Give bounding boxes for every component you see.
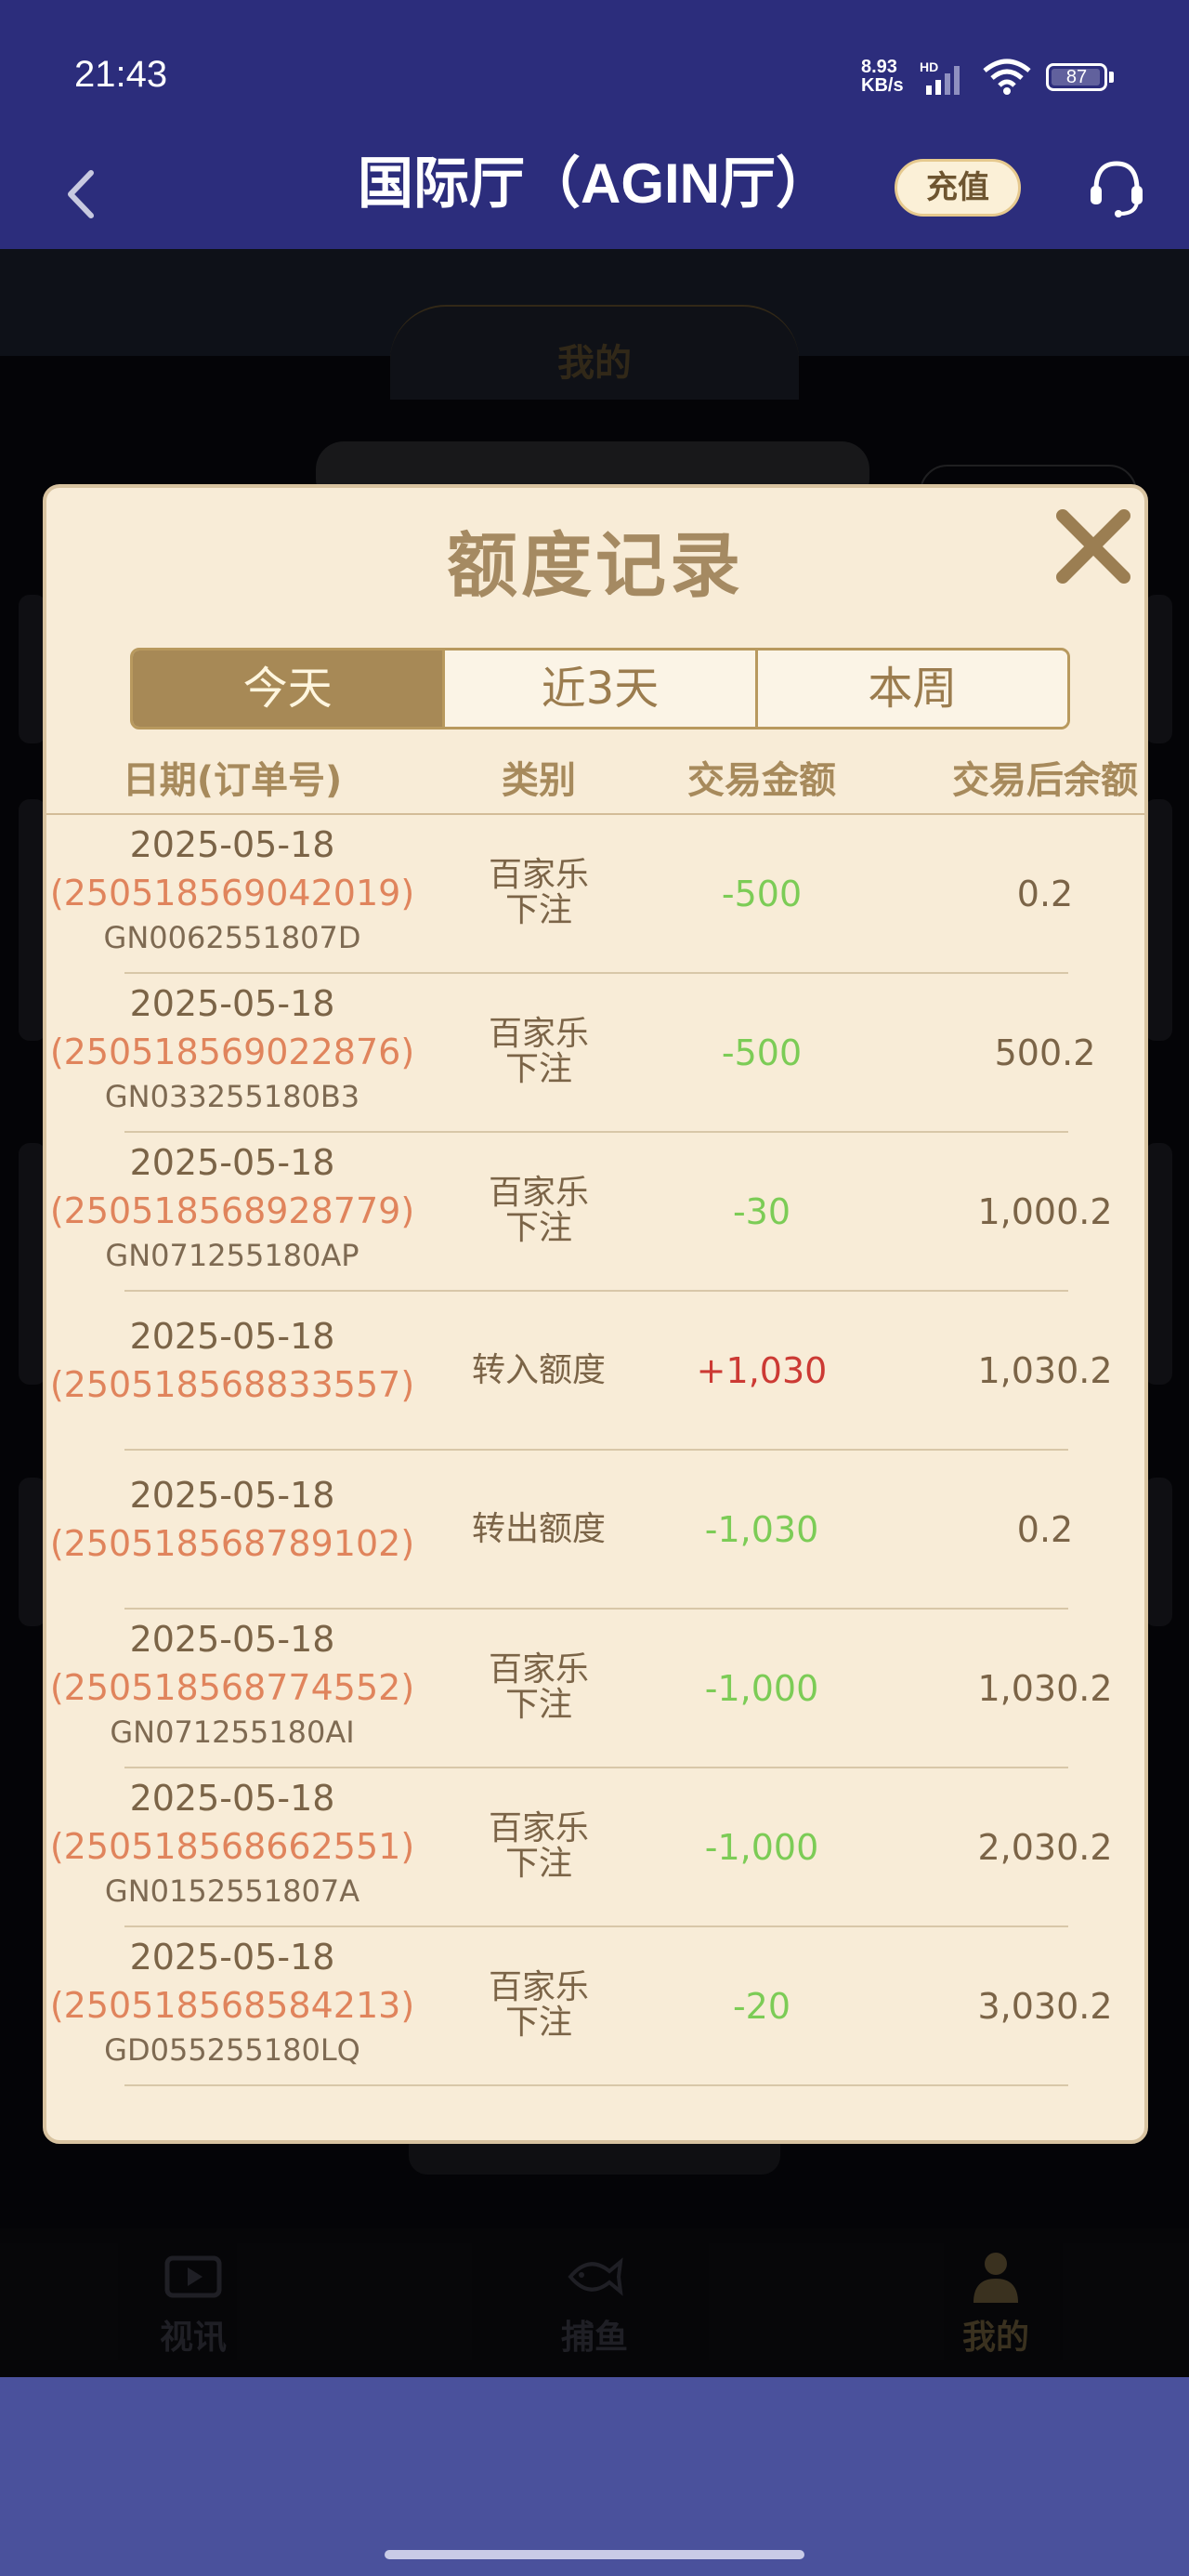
- row-type: 百家乐下注: [488, 1174, 589, 1247]
- tab-today[interactable]: 今天: [133, 651, 443, 727]
- row-amount: +1,030: [696, 1350, 828, 1391]
- row-amount: -1,000: [704, 1827, 819, 1868]
- row-order-number: (250518569042019): [49, 873, 415, 913]
- row-game-number: GN0062551807D: [103, 920, 361, 955]
- credit-record-modal: 额度记录 今天 近3天 本周 日期(订单号) 类别 交易金额 交易后余额 202…: [43, 484, 1148, 2144]
- column-header-amount: 交易金额: [687, 759, 836, 802]
- status-bar: 21:43 8.93 KB/s HD 87: [0, 0, 1189, 139]
- row-date: 2025-05-18: [129, 1937, 335, 1978]
- row-order-number: (250518568774552): [49, 1667, 415, 1708]
- home-indicator[interactable]: [385, 2550, 804, 2559]
- row-divider: [124, 2084, 1068, 2086]
- row-balance: 1,000.2: [977, 1191, 1113, 1232]
- row-balance: 500.2: [994, 1032, 1096, 1073]
- row-game-number: GN071255180AI: [110, 1715, 355, 1750]
- table-row[interactable]: 2025-05-18 (250518568928779) GN071255180AP…: [46, 1133, 1144, 1292]
- row-amount: -30: [732, 1191, 791, 1232]
- row-amount: -20: [732, 1986, 791, 2027]
- row-type: 百家乐下注: [488, 1809, 589, 1883]
- tab-last-3-days[interactable]: 近3天: [442, 651, 755, 727]
- signal-icon: [926, 66, 960, 95]
- table-row[interactable]: 2025-05-18 (250518568662551) GN0152551807A…: [46, 1768, 1144, 1927]
- customer-service-icon[interactable]: [1083, 154, 1150, 221]
- table-row[interactable]: 2025-05-18 (250518568774552) GN071255180AI…: [46, 1610, 1144, 1768]
- recharge-button[interactable]: 充值: [895, 159, 1021, 217]
- row-order-number: (250518568584213): [49, 1985, 415, 2026]
- row-game-number: GN0152551807A: [104, 1873, 360, 1909]
- row-type: 转入额度: [471, 1351, 606, 1389]
- row-game-number: GD055255180LQ: [104, 2032, 360, 2068]
- row-order-number: (250518568928779): [49, 1190, 415, 1231]
- table-row[interactable]: 2025-05-18 (250518568833557) 转入额度 +1,030 1,0…: [46, 1292, 1144, 1451]
- network-speed-value: 8.93: [861, 57, 897, 77]
- row-type: 转出额度: [471, 1510, 606, 1548]
- network-speed: 8.93 KB/s: [861, 58, 904, 95]
- row-date: 2025-05-18: [129, 1619, 335, 1660]
- row-order-number: (250518568789102): [49, 1523, 415, 1564]
- row-amount: -500: [721, 874, 803, 914]
- status-time: 21:43: [74, 54, 168, 95]
- tab-this-week[interactable]: 本周: [754, 651, 1067, 727]
- row-order-number: (250518568833557): [49, 1364, 415, 1405]
- battery-tip: [1109, 72, 1114, 83]
- date-range-tabs: 今天 近3天 本周: [130, 648, 1070, 729]
- table-row[interactable]: 2025-05-18 (250518569022876) GN033255180B3…: [46, 974, 1144, 1133]
- row-date: 2025-05-18: [129, 983, 335, 1024]
- row-type: 百家乐下注: [488, 1015, 589, 1088]
- close-icon[interactable]: [1053, 506, 1133, 586]
- row-amount: -500: [721, 1032, 803, 1073]
- row-balance: 3,030.2: [977, 1986, 1113, 2027]
- column-header-balance: 交易后余额: [952, 759, 1138, 802]
- wifi-icon: [983, 59, 1031, 95]
- row-order-number: (250518569022876): [49, 1032, 415, 1072]
- row-date: 2025-05-18: [129, 1475, 335, 1516]
- table-header: 日期(订单号) 类别 交易金额 交易后余额: [46, 748, 1144, 815]
- row-balance: 0.2: [1016, 874, 1074, 914]
- column-header-date: 日期(订单号): [122, 759, 343, 802]
- row-amount: -1,000: [704, 1668, 819, 1709]
- battery-icon: 87: [1046, 63, 1107, 91]
- battery-level: 87: [1065, 67, 1088, 87]
- row-balance: 1,030.2: [977, 1350, 1113, 1391]
- row-date: 2025-05-18: [129, 1316, 335, 1357]
- app-header: 国际厅（AGIN厅） 充值: [0, 139, 1189, 249]
- row-game-number: GN071255180AP: [105, 1238, 359, 1273]
- table-row[interactable]: 2025-05-18 (250518569042019) GN0062551807D…: [46, 815, 1144, 974]
- table-row[interactable]: 2025-05-18 (250518568584213) GD055255180LQ…: [46, 1927, 1144, 2086]
- row-balance: 2,030.2: [977, 1827, 1113, 1868]
- system-nav-area: [0, 2377, 1189, 2576]
- row-balance: 0.2: [1016, 1509, 1074, 1550]
- row-order-number: (250518568662551): [49, 1826, 415, 1867]
- row-date: 2025-05-18: [129, 1778, 335, 1819]
- row-date: 2025-05-18: [129, 824, 335, 865]
- row-type: 百家乐下注: [488, 856, 589, 929]
- column-header-type: 类别: [502, 759, 576, 802]
- row-type: 百家乐下注: [488, 1650, 589, 1724]
- table-row[interactable]: 2025-05-18 (250518568789102) 转出额度 -1,030 0.2: [46, 1451, 1144, 1610]
- modal-title: 额度记录: [447, 524, 744, 607]
- row-game-number: GN033255180B3: [104, 1079, 360, 1114]
- network-speed-unit: KB/s: [861, 75, 904, 96]
- row-date: 2025-05-18: [129, 1142, 335, 1183]
- row-type: 百家乐下注: [488, 1968, 589, 2042]
- row-amount: -1,030: [704, 1509, 819, 1550]
- row-balance: 1,030.2: [977, 1668, 1113, 1709]
